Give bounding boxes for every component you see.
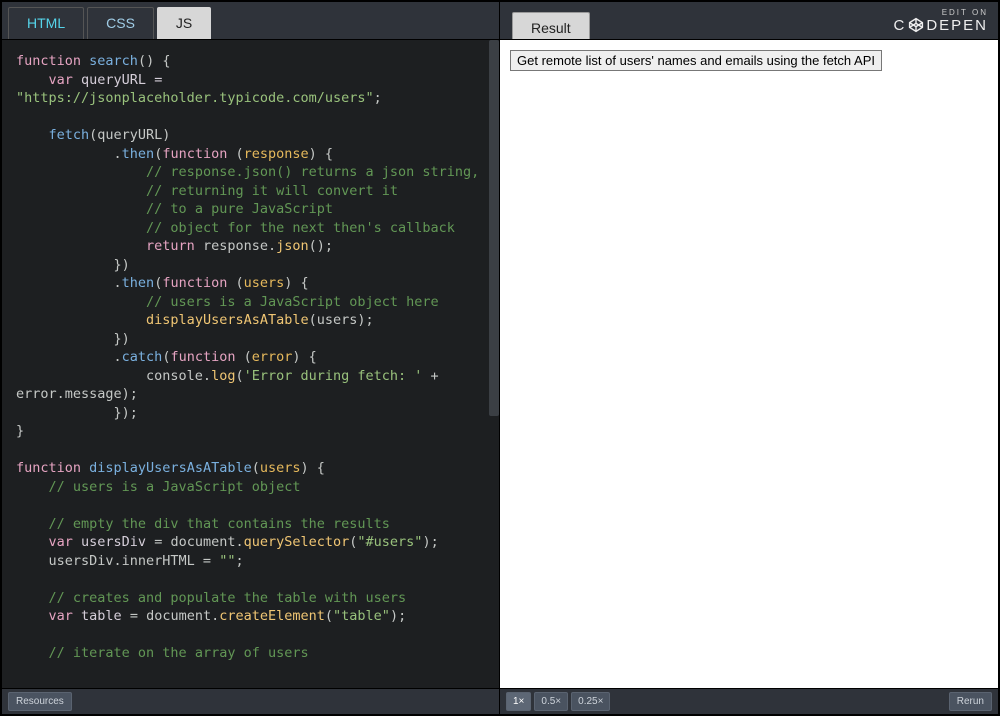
result-region: Result EDIT ON CDEPEN: [500, 2, 998, 39]
editor-scrollbar[interactable]: [489, 40, 499, 688]
codepen-logo: CDEPEN: [893, 17, 988, 34]
result-tabs: Result: [500, 2, 590, 39]
tab-js[interactable]: JS: [157, 7, 211, 39]
scrollbar-thumb[interactable]: [489, 40, 499, 416]
editor-tabs: HTML CSS JS: [2, 2, 214, 39]
zoom-group: 1× 0.5× 0.25×: [506, 692, 610, 711]
bottom-right: 1× 0.5× 0.25× Rerun: [500, 689, 998, 714]
bottom-left: Resources: [2, 689, 500, 714]
preview-pane: Get remote list of users' names and emai…: [500, 40, 998, 688]
resources-button[interactable]: Resources: [8, 692, 72, 711]
code-editor[interactable]: function search() { var queryURL = "http…: [2, 40, 499, 688]
preview-content: Get remote list of users' names and emai…: [500, 40, 998, 81]
code-pane: function search() { var queryURL = "http…: [2, 40, 500, 688]
zoom-1x-button[interactable]: 1×: [506, 692, 531, 711]
fetch-users-button[interactable]: Get remote list of users' names and emai…: [510, 50, 882, 71]
bottom-bar: Resources 1× 0.5× 0.25× Rerun: [2, 688, 998, 714]
rerun-button[interactable]: Rerun: [949, 692, 992, 711]
zoom-05x-button[interactable]: 0.5×: [534, 692, 568, 711]
edit-on-label: EDIT ON: [942, 8, 988, 17]
editor-tabs-region: HTML CSS JS: [2, 2, 500, 39]
tab-result[interactable]: Result: [512, 12, 590, 39]
tab-css[interactable]: CSS: [87, 7, 154, 39]
tab-html[interactable]: HTML: [8, 7, 84, 39]
zoom-025x-button[interactable]: 0.25×: [571, 692, 610, 711]
codepen-cube-icon: [908, 17, 924, 33]
top-bar: HTML CSS JS Result EDIT ON CDEPEN: [2, 2, 998, 40]
main-split: function search() { var queryURL = "http…: [2, 40, 998, 688]
codepen-brand[interactable]: EDIT ON CDEPEN: [893, 2, 998, 39]
codepen-app: HTML CSS JS Result EDIT ON CDEPEN functi…: [0, 0, 1000, 716]
